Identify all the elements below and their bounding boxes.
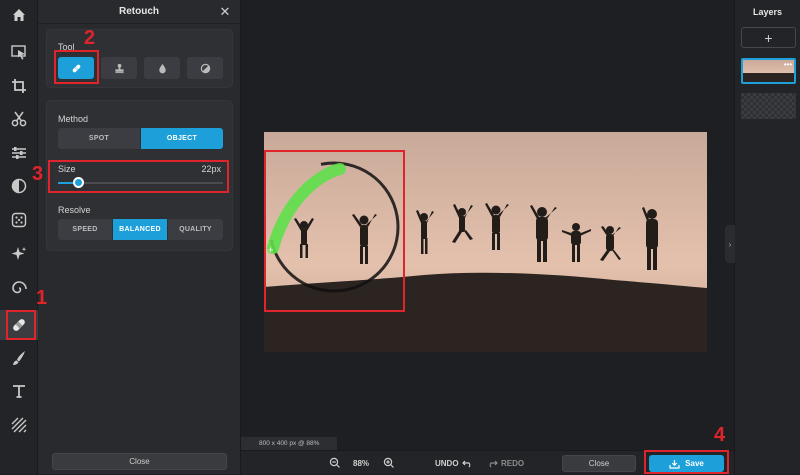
bottom-bar: 88% UNDO REDO Close Save — [241, 450, 734, 474]
redo-icon — [489, 460, 498, 467]
add-layer-button[interactable]: + — [741, 27, 796, 48]
redo-label: REDO — [501, 458, 525, 468]
layers-title: Layers — [752, 7, 783, 17]
resolve-balanced-button[interactable]: BALANCED — [113, 219, 167, 240]
dots-grid-icon[interactable] — [0, 205, 38, 235]
blur-tool-button[interactable] — [144, 57, 180, 79]
undo-icon — [461, 460, 470, 467]
undo-button[interactable]: UNDO — [435, 451, 473, 475]
panel-close-button[interactable]: Close — [52, 453, 227, 470]
zoom-in-icon[interactable] — [383, 451, 395, 475]
size-slider-handle[interactable] — [72, 177, 84, 188]
bandage-icon[interactable] — [0, 310, 38, 340]
method-object-button[interactable]: OBJECT — [141, 128, 223, 149]
select-arrow-icon[interactable] — [0, 37, 38, 67]
size-slider[interactable] — [58, 177, 223, 188]
scissors-icon[interactable] — [0, 104, 38, 134]
annotation-number-4: 4 — [714, 424, 726, 446]
text-icon[interactable] — [0, 376, 38, 406]
droplet-icon — [158, 63, 166, 73]
more-options-icon[interactable]: ••• — [784, 61, 792, 69]
annotation-number-3: 3 — [32, 163, 44, 185]
annotation-number-1: 1 — [36, 287, 48, 309]
home-icon[interactable] — [0, 0, 38, 30]
panel-title: Retouch — [119, 6, 159, 17]
resolve-label: Resolve — [58, 205, 91, 215]
canvas-info: 800 x 400 px @ 88% — [241, 437, 338, 450]
settings-section: Method SPOT OBJECT Size 22px Resolve SPE… — [46, 100, 233, 251]
expand-panel-chevron-icon[interactable]: › — [725, 225, 735, 263]
layer-thumbnail-photo[interactable]: ••• — [741, 58, 796, 84]
zoom-level: 88% — [353, 458, 370, 468]
bandage-icon — [72, 64, 80, 72]
half-circle-icon — [200, 63, 210, 73]
save-label: Save — [685, 459, 704, 468]
photo-scene: + — [264, 161, 707, 352]
jumping-silhouettes — [294, 203, 658, 270]
redo-button[interactable]: REDO — [487, 451, 524, 475]
layer-thumbnail-empty[interactable] — [741, 93, 796, 119]
method-spot-button[interactable]: SPOT — [58, 128, 140, 149]
tool-section: Tool — [46, 29, 233, 88]
spiral-icon[interactable] — [0, 273, 38, 303]
photo[interactable]: + — [264, 132, 707, 352]
crop-icon[interactable] — [0, 71, 38, 101]
canvas-area[interactable]: + 800 x 400 px @ 88% — [241, 0, 734, 450]
size-label: Size — [58, 164, 76, 174]
resolve-quality-button[interactable]: QUALITY — [168, 219, 223, 240]
resolve-speed-button[interactable]: SPEED — [58, 219, 112, 240]
undo-label: UNDO — [435, 458, 459, 468]
zoom-out-icon[interactable] — [329, 451, 341, 475]
layers-panel: Layers + ••• — [734, 0, 800, 474]
clone-stamp-tool-button[interactable] — [101, 57, 137, 79]
texture-icon[interactable] — [0, 410, 38, 440]
size-value: 22px — [201, 164, 221, 174]
close-icon[interactable]: ✕ — [218, 5, 232, 19]
bottom-close-button[interactable]: Close — [562, 455, 636, 472]
heal-tool-button[interactable] — [58, 57, 94, 79]
tool-label: Tool — [58, 42, 75, 52]
stamp-icon — [114, 63, 124, 73]
dodge-burn-tool-button[interactable] — [187, 57, 223, 79]
method-label: Method — [58, 114, 89, 124]
save-button[interactable]: Save — [649, 455, 724, 472]
svg-text:+: + — [268, 245, 273, 255]
brush-icon[interactable] — [0, 343, 38, 373]
tool-sidebar — [0, 0, 38, 474]
sparkle-icon[interactable] — [0, 239, 38, 269]
annotation-number-2: 2 — [84, 27, 96, 49]
panel-header: Retouch ✕ — [38, 0, 240, 24]
download-icon — [669, 459, 680, 469]
retouch-panel: Retouch ✕ Tool Method SPOT OBJECT Size 2… — [38, 0, 241, 474]
